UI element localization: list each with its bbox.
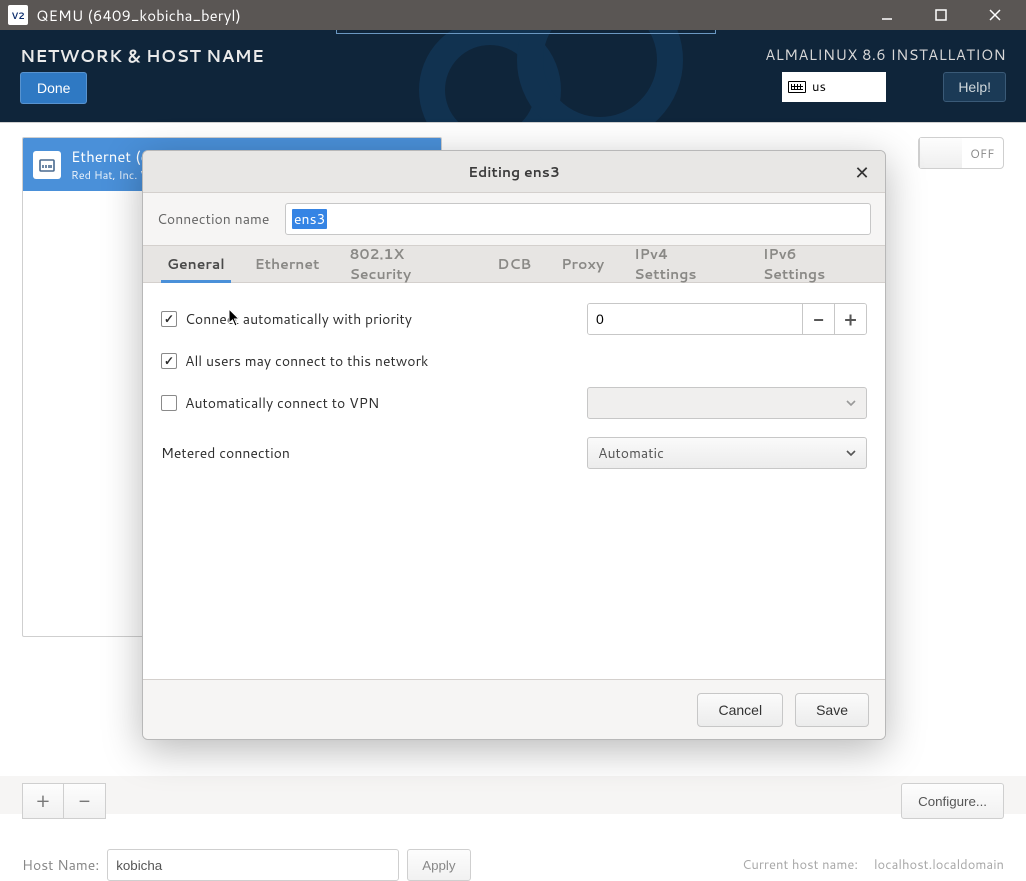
general-panel: Connect automatically with priority − + … — [143, 283, 885, 679]
metered-combo[interactable]: Automatic — [587, 437, 867, 469]
installer-brand: ALMALINUX 8.6 INSTALLATION — [765, 44, 1006, 65]
auto-vpn-label: Automatically connect to VPN — [185, 393, 379, 413]
cancel-button[interactable]: Cancel — [697, 693, 783, 727]
hostname-input[interactable] — [107, 849, 399, 881]
tab-general[interactable]: General — [161, 247, 231, 283]
vpn-combo — [587, 387, 867, 419]
window-maximize-button[interactable] — [918, 0, 964, 30]
hostname-row: Host Name: Apply Current host name: loca… — [22, 849, 1004, 881]
dialog-close-button[interactable]: ✕ — [849, 159, 875, 185]
connection-name-input[interactable]: ens3 — [285, 203, 871, 235]
chevron-down-icon — [846, 393, 856, 413]
metered-label: Metered connection — [161, 443, 290, 463]
tab-8021x[interactable]: 802.1X Security — [343, 247, 473, 283]
dialog-title: Editing ens3 — [468, 162, 560, 182]
dialog-tabs: General Ethernet 802.1X Security DCB Pro… — [143, 245, 885, 283]
priority-value-input[interactable] — [588, 304, 802, 334]
page-title: NETWORK & HOST NAME — [20, 44, 264, 68]
keyboard-icon — [788, 81, 806, 93]
keyboard-layout-indicator[interactable]: us — [782, 72, 886, 102]
dialog-titlebar: Editing ens3 ✕ — [143, 151, 885, 193]
connect-automatically-label: Connect automatically with priority — [185, 309, 412, 329]
priority-spinbutton[interactable]: − + — [587, 303, 867, 335]
done-button[interactable]: Done — [20, 72, 87, 104]
connection-name-label: Connection name — [157, 209, 275, 229]
connection-name-value: ens3 — [292, 209, 327, 229]
tab-ipv6[interactable]: IPv6 Settings — [757, 247, 867, 283]
edit-connection-dialog: Editing ens3 ✕ Connection name ens3 Gene… — [142, 150, 886, 740]
tab-ethernet[interactable]: Ethernet — [249, 247, 326, 283]
auto-vpn-checkbox[interactable] — [161, 395, 177, 411]
window-title: QEMU (6409_kobicha_beryl) — [36, 5, 241, 26]
help-button[interactable]: Help! — [943, 72, 1006, 102]
vnc-logo-icon: V2 — [8, 5, 28, 25]
os-titlebar: V2 QEMU (6409_kobicha_beryl) — [0, 0, 1026, 30]
tab-proxy[interactable]: Proxy — [555, 247, 610, 283]
chevron-down-icon — [846, 443, 856, 463]
current-hostname-value: localhost.localdomain — [874, 856, 1004, 874]
dialog-footer: Cancel Save — [143, 679, 885, 739]
hostname-label: Host Name: — [22, 855, 99, 875]
installer-header: NETWORK & HOST NAME Done ALMALINUX 8.6 I… — [0, 30, 1026, 122]
save-button[interactable]: Save — [795, 693, 869, 727]
connect-automatically-checkbox[interactable] — [161, 311, 177, 327]
network-toggle[interactable]: OFF — [918, 137, 1004, 169]
metered-value: Automatic — [598, 443, 664, 463]
tab-ipv4[interactable]: IPv4 Settings — [628, 247, 739, 283]
priority-decrement-button[interactable]: − — [802, 304, 834, 334]
hostname-apply-button[interactable]: Apply — [407, 849, 470, 881]
current-hostname-label: Current host name: — [742, 856, 858, 874]
ethernet-icon — [33, 151, 61, 179]
all-users-checkbox[interactable] — [161, 353, 177, 369]
keyboard-layout-label: us — [812, 78, 826, 96]
priority-increment-button[interactable]: + — [834, 304, 866, 334]
toggle-off-label: OFF — [962, 138, 1004, 168]
window-minimize-button[interactable] — [864, 0, 910, 30]
window-close-button[interactable] — [972, 0, 1018, 30]
all-users-label: All users may connect to this network — [185, 351, 428, 371]
tab-dcb[interactable]: DCB — [491, 247, 537, 283]
